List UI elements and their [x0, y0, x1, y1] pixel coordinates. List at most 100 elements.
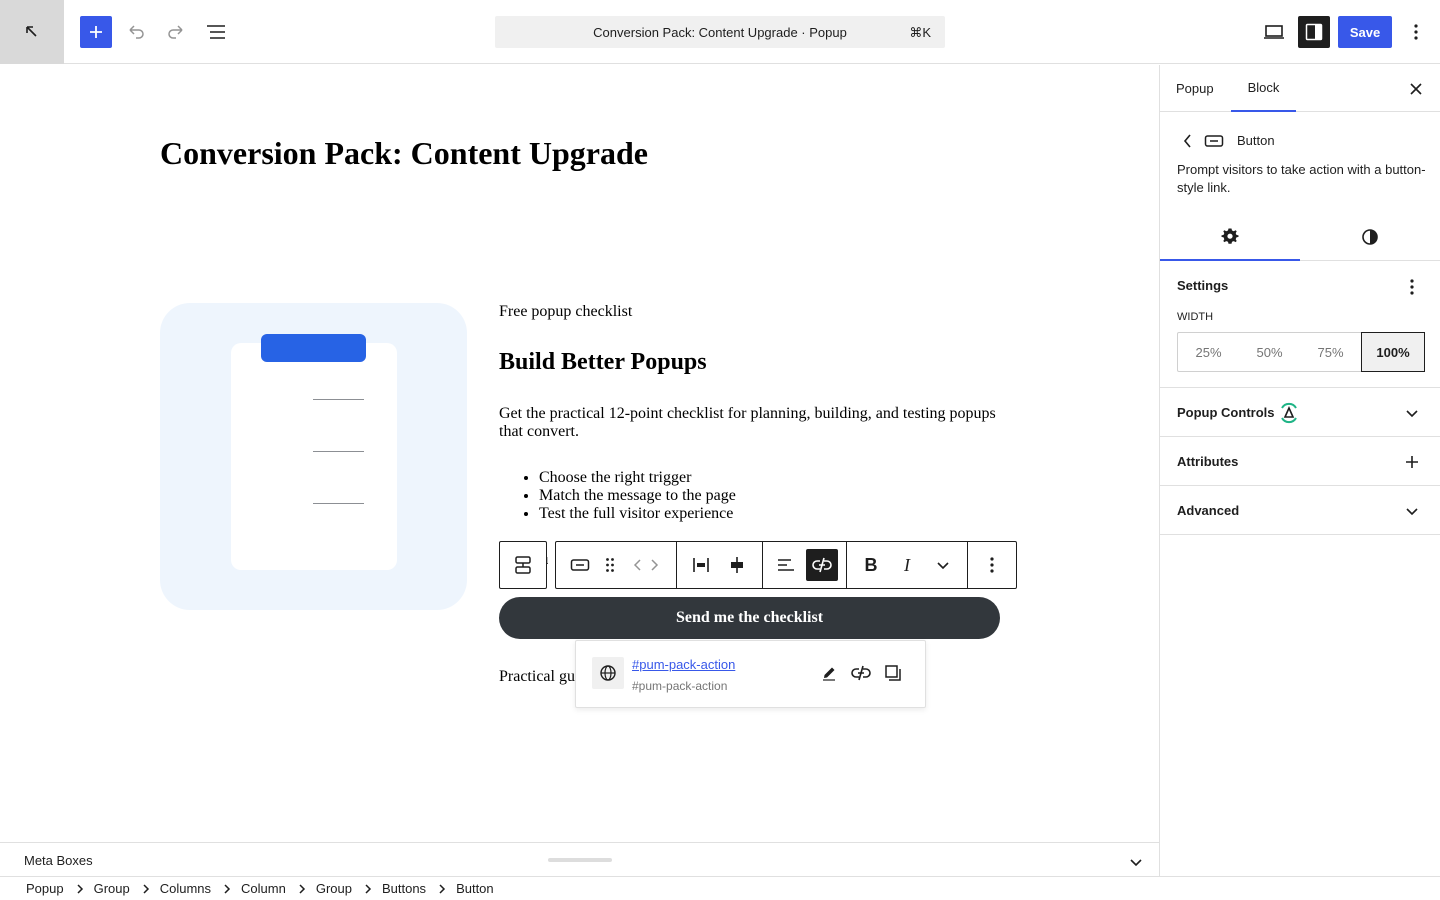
- chevron-right-icon: [298, 883, 306, 894]
- checklist-illustration[interactable]: [160, 303, 467, 610]
- button-block-icon: [1202, 131, 1226, 151]
- tab-block[interactable]: Block: [1231, 65, 1296, 112]
- chevron-down-icon: [937, 562, 949, 570]
- page-title[interactable]: Conversion Pack: Content Upgrade: [160, 135, 648, 172]
- breadcrumb-item-current: Button: [456, 881, 494, 896]
- unlink-button[interactable]: [806, 549, 838, 581]
- list-item[interactable]: Choose the right trigger: [539, 469, 736, 487]
- breadcrumb-item[interactable]: Column: [241, 881, 286, 896]
- toolbar-divider: [762, 542, 763, 588]
- list-view-icon: [207, 25, 225, 39]
- clipboard-clip: [261, 334, 366, 362]
- chevron-right-icon: [364, 883, 372, 894]
- justify-space-between-button[interactable]: [685, 549, 717, 581]
- sidebar-icon: [1305, 23, 1323, 41]
- redo-button[interactable]: [160, 16, 192, 48]
- breadcrumb-item[interactable]: Buttons: [382, 881, 426, 896]
- clipboard-line: [313, 451, 364, 452]
- width-label: WIDTH: [1177, 311, 1214, 323]
- breadcrumb-item[interactable]: Columns: [160, 881, 211, 896]
- tab-popup[interactable]: Popup: [1160, 65, 1230, 112]
- preview-button[interactable]: [1258, 16, 1290, 48]
- chevron-right-icon: [142, 883, 150, 894]
- chevron-right-icon: [76, 883, 84, 894]
- breadcrumb-item[interactable]: Popup: [26, 881, 64, 896]
- settings-sidebar: Popup Block Button Prompt visitors to ta…: [1159, 65, 1440, 876]
- document-overview-button[interactable]: [200, 16, 232, 48]
- panel-popup-controls[interactable]: Popup Controls: [1160, 388, 1440, 437]
- justify-center-button[interactable]: [721, 549, 753, 581]
- site-back-button[interactable]: [0, 0, 64, 64]
- popup-heading[interactable]: Build Better Popups: [499, 349, 707, 376]
- justify-center-icon: [731, 557, 743, 573]
- link-url[interactable]: #pum-pack-action: [632, 657, 735, 672]
- chevron-right-icon: [438, 883, 446, 894]
- command-palette-bar[interactable]: Conversion Pack: Content Upgrade · Popup…: [495, 16, 945, 48]
- more-formatting-button[interactable]: [927, 549, 959, 581]
- link-url-text: #pum-pack-action: [632, 679, 728, 693]
- italic-button[interactable]: I: [891, 549, 923, 581]
- width-option-75[interactable]: 75%: [1300, 333, 1361, 371]
- chevron-down-icon: [1400, 499, 1424, 523]
- list-item[interactable]: Test the full visitor experience: [539, 505, 736, 523]
- contrast-icon: [1362, 229, 1378, 245]
- options-button[interactable]: [1400, 16, 1432, 48]
- breadcrumb-item[interactable]: Group: [94, 881, 130, 896]
- breadcrumb-item[interactable]: Group: [316, 881, 352, 896]
- width-option-50[interactable]: 50%: [1239, 333, 1300, 371]
- checklist-bullets[interactable]: Choose the right trigger Match the messa…: [539, 469, 736, 523]
- link-off-icon: [851, 665, 871, 681]
- copy-link-button[interactable]: [881, 661, 905, 685]
- link-preview-popover: #pum-pack-action #pum-pack-action: [575, 640, 926, 708]
- list-item[interactable]: Match the message to the page: [539, 487, 736, 505]
- plus-icon: [1400, 450, 1424, 474]
- chevron-left-icon: [1183, 134, 1191, 148]
- block-options-button[interactable]: [976, 549, 1008, 581]
- undo-button[interactable]: [120, 16, 152, 48]
- meta-boxes-toggle[interactable]: [1124, 850, 1148, 874]
- button-block-icon: [570, 559, 590, 571]
- tab-settings[interactable]: [1160, 213, 1300, 261]
- width-option-100[interactable]: 100%: [1361, 332, 1425, 372]
- footnote-text[interactable]: Practical gu: [499, 668, 575, 686]
- bold-button[interactable]: B: [855, 549, 887, 581]
- block-title: Button: [1237, 133, 1275, 148]
- clipboard-line: [313, 399, 364, 400]
- tab-styles[interactable]: [1300, 213, 1440, 261]
- move-button[interactable]: [630, 549, 662, 581]
- remove-link-button[interactable]: [849, 661, 873, 685]
- close-sidebar-button[interactable]: [1404, 77, 1428, 101]
- add-block-button[interactable]: [80, 16, 112, 48]
- editor-canvas[interactable]: Conversion Pack: Content Upgrade Free po…: [0, 65, 1159, 842]
- cta-button[interactable]: Send me the checklist: [499, 597, 1000, 639]
- block-toolbar: B I: [555, 541, 1017, 589]
- chevron-down-icon: [1400, 401, 1424, 425]
- meta-boxes-panel[interactable]: Meta Boxes: [0, 842, 1159, 876]
- popup-maker-logo-icon: [1278, 402, 1300, 424]
- resize-handle[interactable]: [548, 858, 612, 862]
- save-button[interactable]: Save: [1338, 16, 1392, 48]
- select-parent-button[interactable]: [499, 541, 547, 589]
- popup-body-text[interactable]: Get the practical 12-point checklist for…: [499, 405, 1019, 441]
- toolbar-divider: [846, 542, 847, 588]
- desktop-icon: [1264, 25, 1284, 39]
- settings-panel: Settings WIDTH 25% 50% 75% 100%: [1160, 261, 1440, 388]
- settings-toggle-button[interactable]: [1298, 16, 1330, 48]
- panel-title: Attributes: [1177, 454, 1239, 469]
- panel-advanced[interactable]: Advanced: [1160, 486, 1440, 535]
- more-vertical-icon: [990, 557, 994, 573]
- drag-handle[interactable]: [594, 549, 626, 581]
- document-title: Conversion Pack: Content Upgrade · Popup: [593, 24, 847, 40]
- block-breadcrumb: Popup Group Columns Column Group Buttons…: [0, 876, 1440, 900]
- block-type-button[interactable]: [564, 549, 596, 581]
- panel-title: Advanced: [1177, 503, 1240, 518]
- back-button[interactable]: [1178, 131, 1198, 151]
- edit-link-button[interactable]: [817, 661, 841, 685]
- close-icon: [1410, 83, 1422, 95]
- settings-panel-options[interactable]: [1400, 275, 1424, 299]
- panel-attributes[interactable]: Attributes: [1160, 437, 1440, 486]
- eyebrow-text[interactable]: Free popup checklist: [499, 303, 632, 321]
- block-description: Prompt visitors to take action with a bu…: [1177, 162, 1426, 195]
- width-option-25[interactable]: 25%: [1178, 333, 1239, 371]
- align-button[interactable]: [770, 549, 802, 581]
